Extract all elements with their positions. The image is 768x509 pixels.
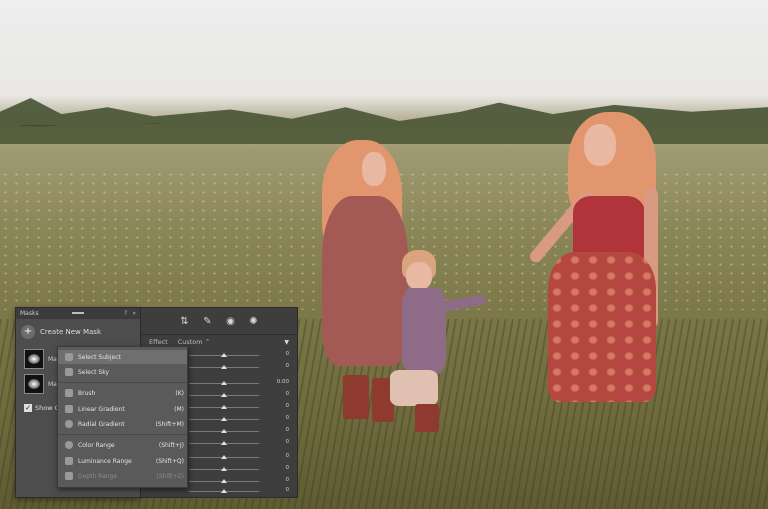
depth-range-icon — [65, 472, 73, 480]
linear-gradient-icon — [65, 405, 73, 413]
eraser-icon[interactable]: ✎ — [202, 316, 213, 327]
adjust-slider[interactable] — [189, 417, 259, 421]
menu-item-select-subject[interactable]: Select Subject — [58, 350, 187, 364]
slider-value[interactable]: 0 — [286, 415, 290, 421]
menu-divider — [58, 434, 187, 435]
effect-row: Effect Custom ⌃ — [149, 338, 210, 346]
effect-preset-select[interactable]: Custom ⌃ — [178, 338, 210, 346]
adjust-slider[interactable] — [189, 381, 259, 385]
mask-icon[interactable]: ✺ — [248, 316, 259, 327]
slider-value[interactable]: 0 — [286, 465, 290, 471]
menu-divider — [58, 382, 187, 383]
menu-item-linear-gradient[interactable]: Linear Gradient (M) — [58, 402, 187, 416]
adjust-slider[interactable] — [189, 429, 259, 433]
radial-gradient-icon — [65, 420, 73, 428]
adjust-slider[interactable] — [189, 479, 259, 483]
brush-icon — [65, 389, 73, 397]
mask-tool-strip: ⇅ ✎ ◉ ✺ — [141, 308, 297, 335]
slider-value[interactable]: 0 — [286, 487, 290, 493]
masks-panel-header: Masks ? » — [16, 308, 140, 319]
mask-label-1: Ma — [48, 356, 57, 363]
slider-value[interactable]: 0 — [286, 391, 290, 397]
masks-panel-title: Masks — [20, 310, 39, 317]
create-mask-menu: Select Subject Select Sky Brush (K) Line… — [57, 346, 188, 488]
show-overlay-toggle[interactable]: ✓ Show O — [24, 404, 60, 412]
adjust-slider[interactable] — [189, 489, 259, 493]
adjust-slider[interactable] — [189, 455, 259, 459]
color-range-icon — [65, 441, 73, 449]
adjust-slider[interactable] — [189, 441, 259, 445]
adjust-slider[interactable] — [189, 393, 259, 397]
slider-value[interactable]: 0 — [286, 403, 290, 409]
adjust-slider[interactable] — [189, 467, 259, 471]
mask-thumbnail-2[interactable] — [24, 374, 44, 394]
sky-icon — [65, 368, 73, 376]
slider-value[interactable]: 0.00 — [277, 379, 289, 385]
drag-handle[interactable] — [72, 312, 84, 314]
slider-value[interactable]: 0 — [286, 477, 290, 483]
adjust-slider[interactable] — [189, 353, 259, 357]
collapse-triangle-icon[interactable]: ▼ — [284, 339, 289, 346]
treeline — [0, 98, 768, 144]
plus-icon: + — [21, 325, 35, 339]
checkbox-checked-icon[interactable]: ✓ — [24, 404, 32, 412]
person-icon — [65, 353, 73, 361]
slider-value[interactable]: 0 — [286, 363, 290, 369]
more-icon[interactable]: » — [132, 310, 136, 317]
create-new-mask-label: Create New Mask — [40, 328, 102, 336]
slider-value[interactable]: 0 — [286, 427, 290, 433]
slider-value[interactable]: 0 — [286, 453, 290, 459]
help-icon[interactable]: ? — [124, 310, 127, 317]
mask-thumbnail-1[interactable] — [24, 349, 44, 369]
adjust-slider[interactable] — [189, 365, 259, 369]
menu-item-select-sky[interactable]: Select Sky — [58, 365, 187, 379]
slider-value[interactable]: 0 — [286, 351, 290, 357]
menu-item-radial-gradient[interactable]: Radial Gradient (Shift+M) — [58, 417, 187, 431]
menu-item-brush[interactable]: Brush (K) — [58, 386, 187, 400]
eye-icon[interactable]: ◉ — [225, 316, 236, 327]
menu-item-color-range[interactable]: Color Range (Shift+J) — [58, 438, 187, 452]
brush-tool-icon[interactable]: ⇅ — [179, 316, 190, 327]
create-new-mask-button[interactable]: + Create New Mask — [16, 319, 140, 345]
menu-item-depth-range: Depth Range (Shift+Z) — [58, 469, 187, 483]
slider-value[interactable]: 0 — [286, 439, 290, 445]
effect-label: Effect — [149, 338, 168, 346]
menu-item-luminance-range[interactable]: Luminance Range (Shift+Q) — [58, 454, 187, 468]
luminance-range-icon — [65, 457, 73, 465]
adjust-slider[interactable] — [189, 405, 259, 409]
mask-label-2: Ma — [48, 381, 57, 388]
